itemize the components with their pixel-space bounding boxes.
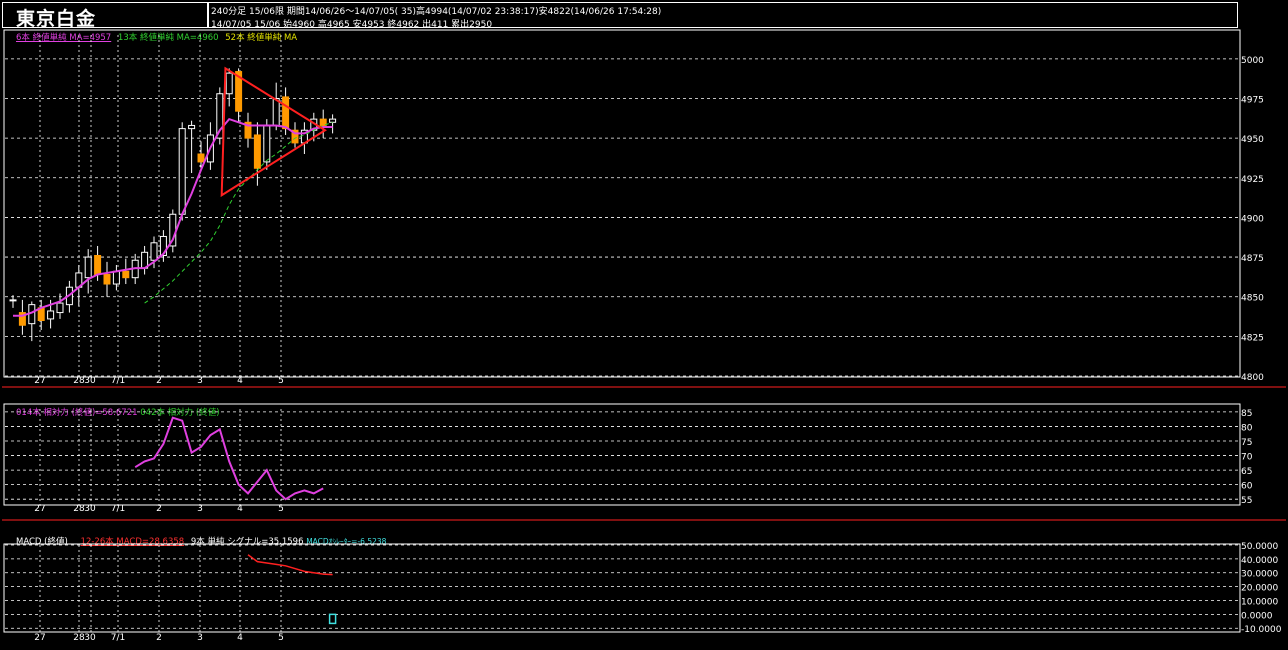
x-tick-label: 30 [84, 376, 96, 386]
y-tick-label: 4925 [1241, 175, 1264, 185]
macd-panel-frame [3, 543, 1241, 633]
x-tick-label: 28 [73, 376, 85, 386]
candle-body [263, 124, 271, 163]
candle-body [197, 153, 205, 163]
x-tick-label: 27 [34, 376, 45, 386]
x-tick-label: 30 [84, 504, 96, 514]
y-tick-label: 5000 [1241, 56, 1264, 66]
x-tick-label: 27 [34, 504, 45, 514]
x-tick-label: 5 [278, 376, 284, 386]
x-tick-label: 2 [156, 633, 162, 643]
candle-body [329, 118, 337, 123]
y-tick-label: 4875 [1241, 254, 1264, 264]
x-tick-label: 4 [237, 376, 243, 386]
candle-body [150, 242, 158, 261]
x-tick-label: 4 [237, 633, 243, 643]
x-tick-label: 4 [237, 504, 243, 514]
candle-body [178, 128, 186, 215]
x-tick-label: 3 [197, 376, 203, 386]
candle-body [112, 270, 120, 285]
x-tick-label: 7/1 [111, 376, 125, 386]
candle-body [225, 72, 233, 95]
y-tick-label: 70 [1241, 453, 1253, 463]
x-tick-label: 30 [84, 633, 96, 643]
y-tick-label: 30.0000 [1241, 570, 1278, 580]
rsi-line [134, 416, 324, 501]
x-tick-label: 28 [73, 633, 85, 643]
y-tick-label: 50.0000 [1241, 542, 1278, 552]
y-tick-label: 55 [1241, 496, 1252, 506]
chart-window: 東京白金 240分足 15/06限 期間14/06/26～14/07/05( 3… [0, 0, 1288, 650]
y-tick-label: 4825 [1241, 333, 1264, 343]
macd-histogram-bar [328, 613, 337, 625]
x-tick-label: 3 [197, 504, 203, 514]
y-tick-label: 10.0000 [1241, 597, 1278, 607]
macd-line [247, 554, 333, 576]
y-tick-label: 4950 [1241, 135, 1264, 145]
y-tick-label: 75 [1241, 438, 1252, 448]
y-tick-label: 60 [1241, 482, 1253, 492]
x-tick-label: 28 [73, 504, 85, 514]
x-tick-label: 2 [156, 376, 162, 386]
candle-body [84, 256, 92, 279]
x-tick-label: 27 [34, 633, 45, 643]
price-panel-frame [3, 29, 1241, 378]
y-tick-label: -10.0000 [1241, 625, 1282, 635]
y-tick-label: 4900 [1241, 214, 1264, 224]
x-tick-label: 2 [156, 504, 162, 514]
x-tick-label: 7/1 [111, 504, 125, 514]
y-tick-label: 40.0000 [1241, 556, 1278, 566]
candle-body [47, 310, 55, 320]
chart-canvas: 50004975495049254900487548504825480027 28… [2, 29, 1286, 643]
y-tick-label: 4850 [1241, 294, 1264, 304]
candle-body [282, 96, 290, 130]
candle-body [122, 270, 130, 279]
y-tick-label: 80 [1241, 423, 1253, 433]
y-tick-label: 4800 [1241, 373, 1264, 383]
x-tick-label: 5 [278, 633, 284, 643]
candle-body [188, 124, 196, 130]
candle-body [94, 254, 102, 276]
candle-body [9, 299, 17, 302]
x-tick-label: 7/1 [111, 633, 125, 643]
candle-body [253, 134, 261, 169]
y-tick-label: 65 [1241, 467, 1252, 477]
candle-body [56, 302, 64, 314]
y-tick-label: 0.0000 [1241, 611, 1273, 621]
y-tick-label: 4975 [1241, 96, 1264, 106]
y-tick-label: 85 [1241, 409, 1252, 419]
candle-body [103, 274, 111, 285]
x-tick-label: 5 [278, 504, 284, 514]
y-tick-label: 20.0000 [1241, 584, 1278, 594]
candle-body [272, 98, 280, 126]
rsi-panel-frame [3, 403, 1241, 506]
x-tick-label: 3 [197, 633, 203, 643]
